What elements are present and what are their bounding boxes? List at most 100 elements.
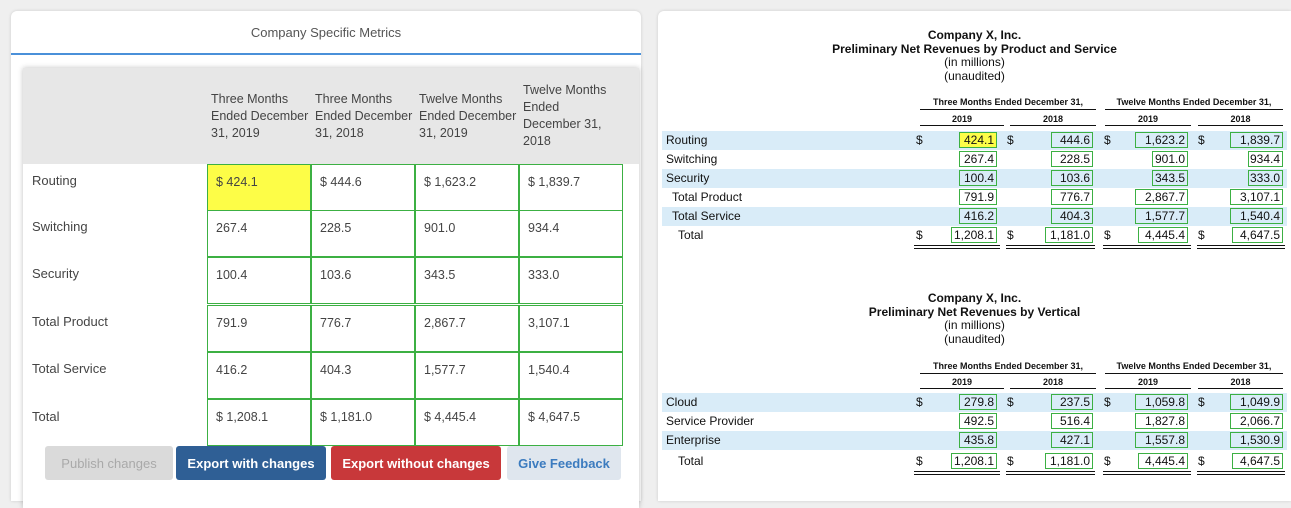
value-field[interactable]: 492.5 [959,413,997,429]
row-label: Routing [666,133,708,147]
value-field[interactable]: 444.6 [1051,132,1093,148]
year-header: 2018 [1198,377,1283,389]
metric-cell[interactable]: $ 1,181.0 [311,399,415,446]
metric-cell[interactable]: 934.4 [519,210,623,257]
metric-cell[interactable]: 100.4 [207,257,311,304]
value-field[interactable]: 1,577.7 [1135,208,1188,224]
give-feedback-button[interactable]: Give Feedback [507,446,621,480]
row-label-switching: Switching [32,219,88,234]
dollar-sign: $ [1104,454,1111,468]
metrics-table: Three Months Ended December 31, 2019 Thr… [23,68,639,508]
metric-cell[interactable]: $ 1,839.7 [519,164,623,211]
value-field[interactable]: 776.7 [1051,189,1093,205]
row-label-total-service: Total Service [32,361,107,376]
company-name: Company X, Inc. [927,28,1022,42]
column-header: Twelve Months Ended December 31, 2019 [419,91,517,140]
value-field[interactable]: 4,445.4 [1138,453,1188,469]
metric-cell[interactable]: 1,577.7 [415,352,519,399]
value-field[interactable]: 1,049.9 [1230,394,1283,410]
metrics-table-header: Three Months Ended December 31, 2019 Thr… [23,68,639,164]
year-header: 2019 [1105,377,1191,389]
value-field[interactable]: 1,181.0 [1045,227,1093,243]
metric-cell[interactable]: $ 1,623.2 [415,164,519,211]
row-label-total: Total [32,409,60,424]
value-field[interactable]: 1,557.8 [1135,432,1188,448]
metric-cell[interactable]: $ 424.1 [207,164,311,211]
metric-cell[interactable]: 791.9 [207,305,311,352]
value-field[interactable]: 267.4 [959,151,997,167]
metric-cell[interactable]: 343.5 [415,257,519,304]
value-field[interactable]: 333.0 [1248,170,1283,186]
metric-cell[interactable]: $ 4,647.5 [519,399,623,446]
document-preview: Company X, Inc. Preliminary Net Revenues… [658,11,1291,501]
year-header: 2018 [1198,114,1283,126]
value-field[interactable]: 100.4 [959,170,997,186]
export-with-changes-button[interactable]: Export with changes [176,446,326,480]
row-label: Total [678,454,704,468]
metric-cell[interactable]: 267.4 [207,210,311,257]
value-field[interactable]: 416.2 [959,208,997,224]
row-label-total-product: Total Product [32,314,108,329]
value-field[interactable]: 3,107.1 [1230,189,1283,205]
value-field[interactable]: 237.5 [1051,394,1093,410]
value-field[interactable]: 4,445.4 [1138,227,1188,243]
value-field[interactable]: 901.0 [1152,151,1188,167]
value-field[interactable]: 4,647.5 [1232,227,1283,243]
row-label: Switching [666,152,718,166]
metric-cell[interactable]: 1,540.4 [519,352,623,399]
dollar-sign: $ [1104,228,1111,242]
metric-cell[interactable]: 228.5 [311,210,415,257]
value-field[interactable]: 228.5 [1051,151,1093,167]
value-field[interactable]: 1,540.4 [1230,208,1283,224]
metric-cell[interactable]: $ 4,445.4 [415,399,519,446]
value-field[interactable]: 1,839.7 [1230,132,1283,148]
year-header: 2018 [1010,114,1096,126]
value-field[interactable]: 427.1 [1051,432,1093,448]
value-field[interactable]: 1,530.9 [1230,432,1283,448]
value-field[interactable]: 4,647.5 [1232,453,1283,469]
value-field[interactable]: 424.1 [959,132,997,148]
row-label: Enterprise [666,433,721,447]
export-without-changes-button[interactable]: Export without changes [331,446,501,480]
metric-cell[interactable]: 776.7 [311,305,415,352]
metric-cell[interactable]: 2,867.7 [415,305,519,352]
value-field[interactable]: 1,208.1 [951,227,997,243]
metric-cell[interactable]: 3,107.1 [519,305,623,352]
value-field[interactable]: 516.4 [1051,413,1093,429]
metric-cell[interactable]: 404.3 [311,352,415,399]
value-field[interactable]: 934.4 [1248,151,1283,167]
value-field[interactable]: 279.8 [959,394,997,410]
dollar-sign: $ [1198,133,1205,147]
group-header: Three Months Ended December 31, [920,361,1096,374]
table-title: Preliminary Net Revenues by Vertical [868,304,1081,319]
value-field[interactable]: 1,827.8 [1135,413,1188,429]
value-field[interactable]: 343.5 [1152,170,1188,186]
value-field[interactable]: 1,208.1 [951,453,997,469]
table-title: Preliminary Net Revenues by Product and … [832,41,1117,56]
value-field[interactable]: 1,059.8 [1135,394,1188,410]
year-header: 2018 [1010,377,1096,389]
publish-changes-button[interactable]: Publish changes [45,446,173,480]
metric-cell[interactable]: 103.6 [311,257,415,304]
row-label: Total [678,228,704,242]
table-row: Total $ 1,208.1 $ 1,181.0 $ 4,445.4 $ 4,… [662,452,1287,471]
value-field[interactable]: 435.8 [959,432,997,448]
value-field[interactable]: 791.9 [959,189,997,205]
metric-cell[interactable]: 416.2 [207,352,311,399]
metric-cell[interactable]: $ 444.6 [311,164,415,211]
dollar-sign: $ [1198,228,1205,242]
metric-cell[interactable]: $ 1,208.1 [207,399,311,446]
value-field[interactable]: 2,867.7 [1135,189,1188,205]
dollar-sign: $ [916,228,923,242]
value-field[interactable]: 103.6 [1051,170,1093,186]
metric-cell[interactable]: 333.0 [519,257,623,304]
dollar-sign: $ [916,395,923,409]
metric-cell[interactable]: 901.0 [415,210,519,257]
group-header: Twelve Months Ended December 31, [1105,361,1283,374]
value-field[interactable]: 1,623.2 [1135,132,1188,148]
units-note: (in millions) [944,318,1005,332]
value-field[interactable]: 1,181.0 [1045,453,1093,469]
value-field[interactable]: 2,066.7 [1230,413,1283,429]
value-field[interactable]: 404.3 [1051,208,1093,224]
column-header: Twelve Months Ended December 31, 2018 [523,83,607,148]
